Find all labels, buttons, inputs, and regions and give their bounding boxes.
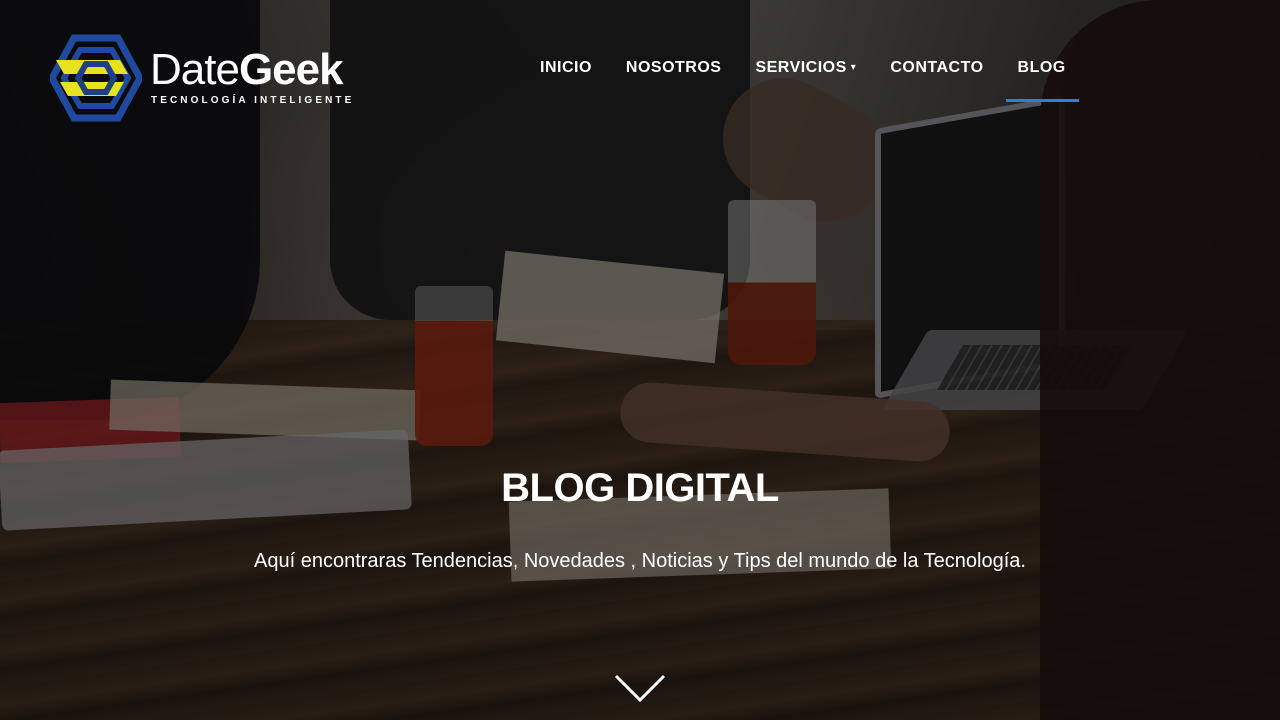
nav-item-inicio[interactable]: INICIO	[540, 56, 592, 80]
logo-tagline: TECNOLOGÍA INTELIGENTE	[151, 95, 355, 106]
nav-item-blog[interactable]: BLOG	[1005, 56, 1080, 102]
site-logo[interactable]: DateGeek TECNOLOGÍA INTELIGENTE	[50, 34, 380, 124]
chevron-down-icon	[614, 674, 666, 703]
caret-down-icon: ▾	[850, 62, 857, 73]
page-title: BLOG DIGITAL	[501, 466, 779, 510]
nav-item-contacto[interactable]: CONTACTO	[890, 56, 983, 80]
logo-wordmark: DateGeek	[150, 45, 344, 94]
main-nav: INICIO NOSOTROS SERVICIOS ▾ CONTACTO BLOG	[540, 56, 1100, 102]
logo-hexagon-icon	[50, 34, 142, 122]
scroll-down-button[interactable]	[613, 670, 667, 706]
page-subtitle: Aquí encontraras Tendencias, Novedades ,…	[254, 550, 1026, 572]
nav-item-servicios[interactable]: SERVICIOS ▾	[755, 56, 856, 80]
nav-item-nosotros[interactable]: NOSOTROS	[626, 56, 722, 80]
